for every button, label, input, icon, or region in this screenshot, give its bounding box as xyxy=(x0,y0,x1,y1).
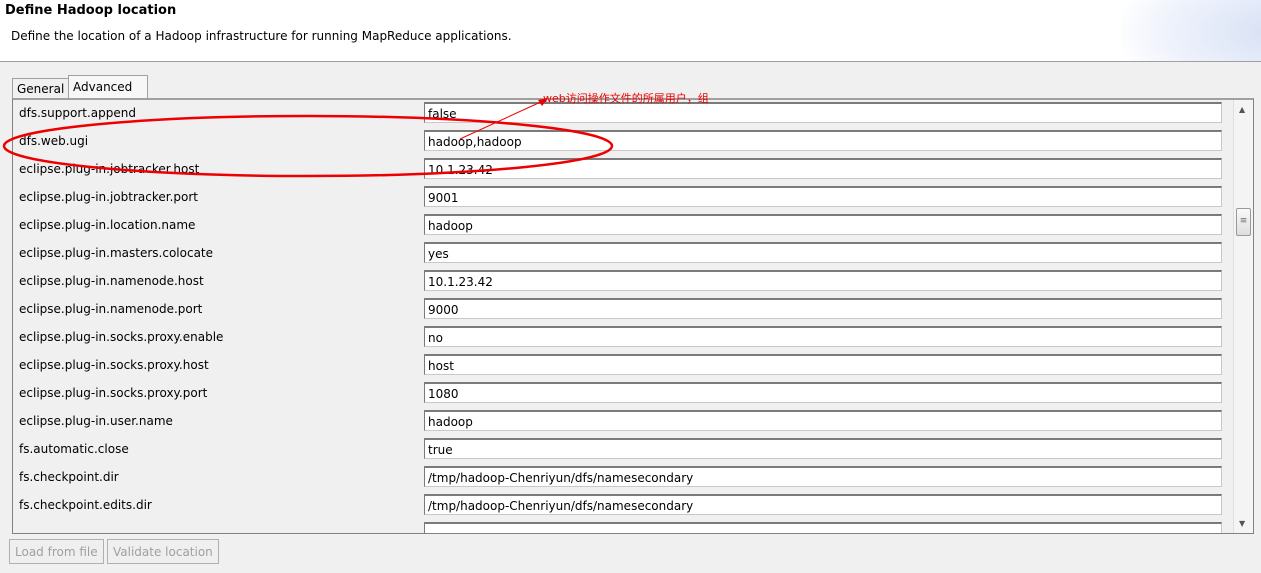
param-name: eclipse.plug-in.location.name xyxy=(19,218,196,232)
param-name: eclipse.plug-in.jobtracker.port xyxy=(19,190,199,204)
table-row: dfs.web.ugi hadoop,hadoop xyxy=(13,128,1231,156)
param-name: eclipse.plug-in.socks.proxy.port xyxy=(19,386,208,400)
table-row: eclipse.plug-in.jobtracker.host 10.1.23.4… xyxy=(13,156,1231,184)
param-value-input[interactable]: 10.1.23.42 xyxy=(424,158,1222,179)
param-value-input[interactable] xyxy=(424,522,1222,533)
param-value-input[interactable]: /tmp/hadoop-Chenriyun/dfs/namesecondary xyxy=(424,494,1222,515)
param-name: eclipse.plug-in.socks.proxy.enable xyxy=(19,330,224,344)
param-value-input[interactable]: 10.1.23.42 xyxy=(424,270,1222,291)
scrollbar-thumb[interactable]: ≡ xyxy=(1236,208,1251,236)
table-row xyxy=(13,520,1231,533)
validate-location-button[interactable]: Validate location xyxy=(107,539,219,564)
param-value-input[interactable]: true xyxy=(424,438,1222,459)
parameters-table: dfs.support.append false dfs.web.ugi hadoop… xyxy=(12,98,1254,534)
table-row: eclipse.plug-in.socks.proxy.enable no xyxy=(13,324,1231,352)
table-row: fs.checkpoint.dir/tmp/hadoop-Chenriyun/d… xyxy=(13,464,1231,492)
param-value-input[interactable]: 9000 xyxy=(424,298,1222,319)
param-value-input[interactable]: 1080 xyxy=(424,382,1222,403)
table-row: eclipse.plug-in.namenode.port 9000 xyxy=(13,296,1231,324)
table-row: eclipse.plug-in.masters.colocate yes xyxy=(13,240,1231,268)
annotation-note: web访问操作文件的所属用户，组 xyxy=(543,92,709,105)
param-name: eclipse.plug-in.namenode.host xyxy=(19,274,204,288)
param-value-input[interactable]: host xyxy=(424,354,1222,375)
vertical-scrollbar[interactable]: ▲ ≡ ▼ xyxy=(1233,100,1253,533)
header-decoration xyxy=(1121,0,1261,61)
param-value-input[interactable]: 9001 xyxy=(424,186,1222,207)
param-name: dfs.web.ugi xyxy=(19,134,89,148)
param-name: fs.checkpoint.dir xyxy=(19,470,119,484)
dialog-description: Define the location of a Hadoop infrastr… xyxy=(11,29,512,43)
table-row: eclipse.plug-in.jobtracker.port 9001 xyxy=(13,184,1231,212)
param-value-input[interactable]: /tmp/hadoop-Chenriyun/dfs/namesecondary xyxy=(424,466,1222,487)
param-value-input[interactable]: hadoop,hadoop xyxy=(424,130,1222,151)
table-row: fs.checkpoint.edits.dir/tmp/hadoop-Chenr… xyxy=(13,492,1231,520)
param-name: eclipse.plug-in.namenode.port xyxy=(19,302,203,316)
param-name: fs.automatic.close xyxy=(19,442,129,456)
table-row: eclipse.plug-in.socks.proxy.port 1080 xyxy=(13,380,1231,408)
param-value-input[interactable]: yes xyxy=(424,242,1222,263)
scroll-down-icon[interactable]: ▼ xyxy=(1239,519,1245,528)
param-name: eclipse.plug-in.socks.proxy.host xyxy=(19,358,209,372)
param-name: fs.checkpoint.edits.dir xyxy=(19,498,152,512)
param-name: eclipse.plug-in.masters.colocate xyxy=(19,246,214,260)
param-name: eclipse.plug-in.jobtracker.host xyxy=(19,162,200,176)
tab-general[interactable]: General xyxy=(12,78,70,99)
table-row: eclipse.plug-in.namenode.host 10.1.23.42 xyxy=(13,268,1231,296)
dialog-header: Define Hadoop location Define the locati… xyxy=(0,0,1261,62)
param-value-input[interactable]: no xyxy=(424,326,1222,347)
table-row: eclipse.plug-in.socks.proxy.host host xyxy=(13,352,1231,380)
param-name: dfs.support.append xyxy=(19,106,136,120)
scroll-up-icon[interactable]: ▲ xyxy=(1239,105,1245,114)
dialog-title: Define Hadoop location xyxy=(5,3,177,18)
param-value-input[interactable]: hadoop xyxy=(424,410,1222,431)
param-name: eclipse.plug-in.user.name xyxy=(19,414,173,428)
table-row: eclipse.plug-in.user.name hadoop xyxy=(13,408,1231,436)
tab-advanced-parameters[interactable]: Advanced parameters xyxy=(68,75,148,116)
table-row: eclipse.plug-in.location.name hadoop xyxy=(13,212,1231,240)
load-from-file-button[interactable]: Load from file xyxy=(9,539,104,564)
table-row: fs.automatic.close true xyxy=(13,436,1231,464)
param-value-input[interactable]: hadoop xyxy=(424,214,1222,235)
